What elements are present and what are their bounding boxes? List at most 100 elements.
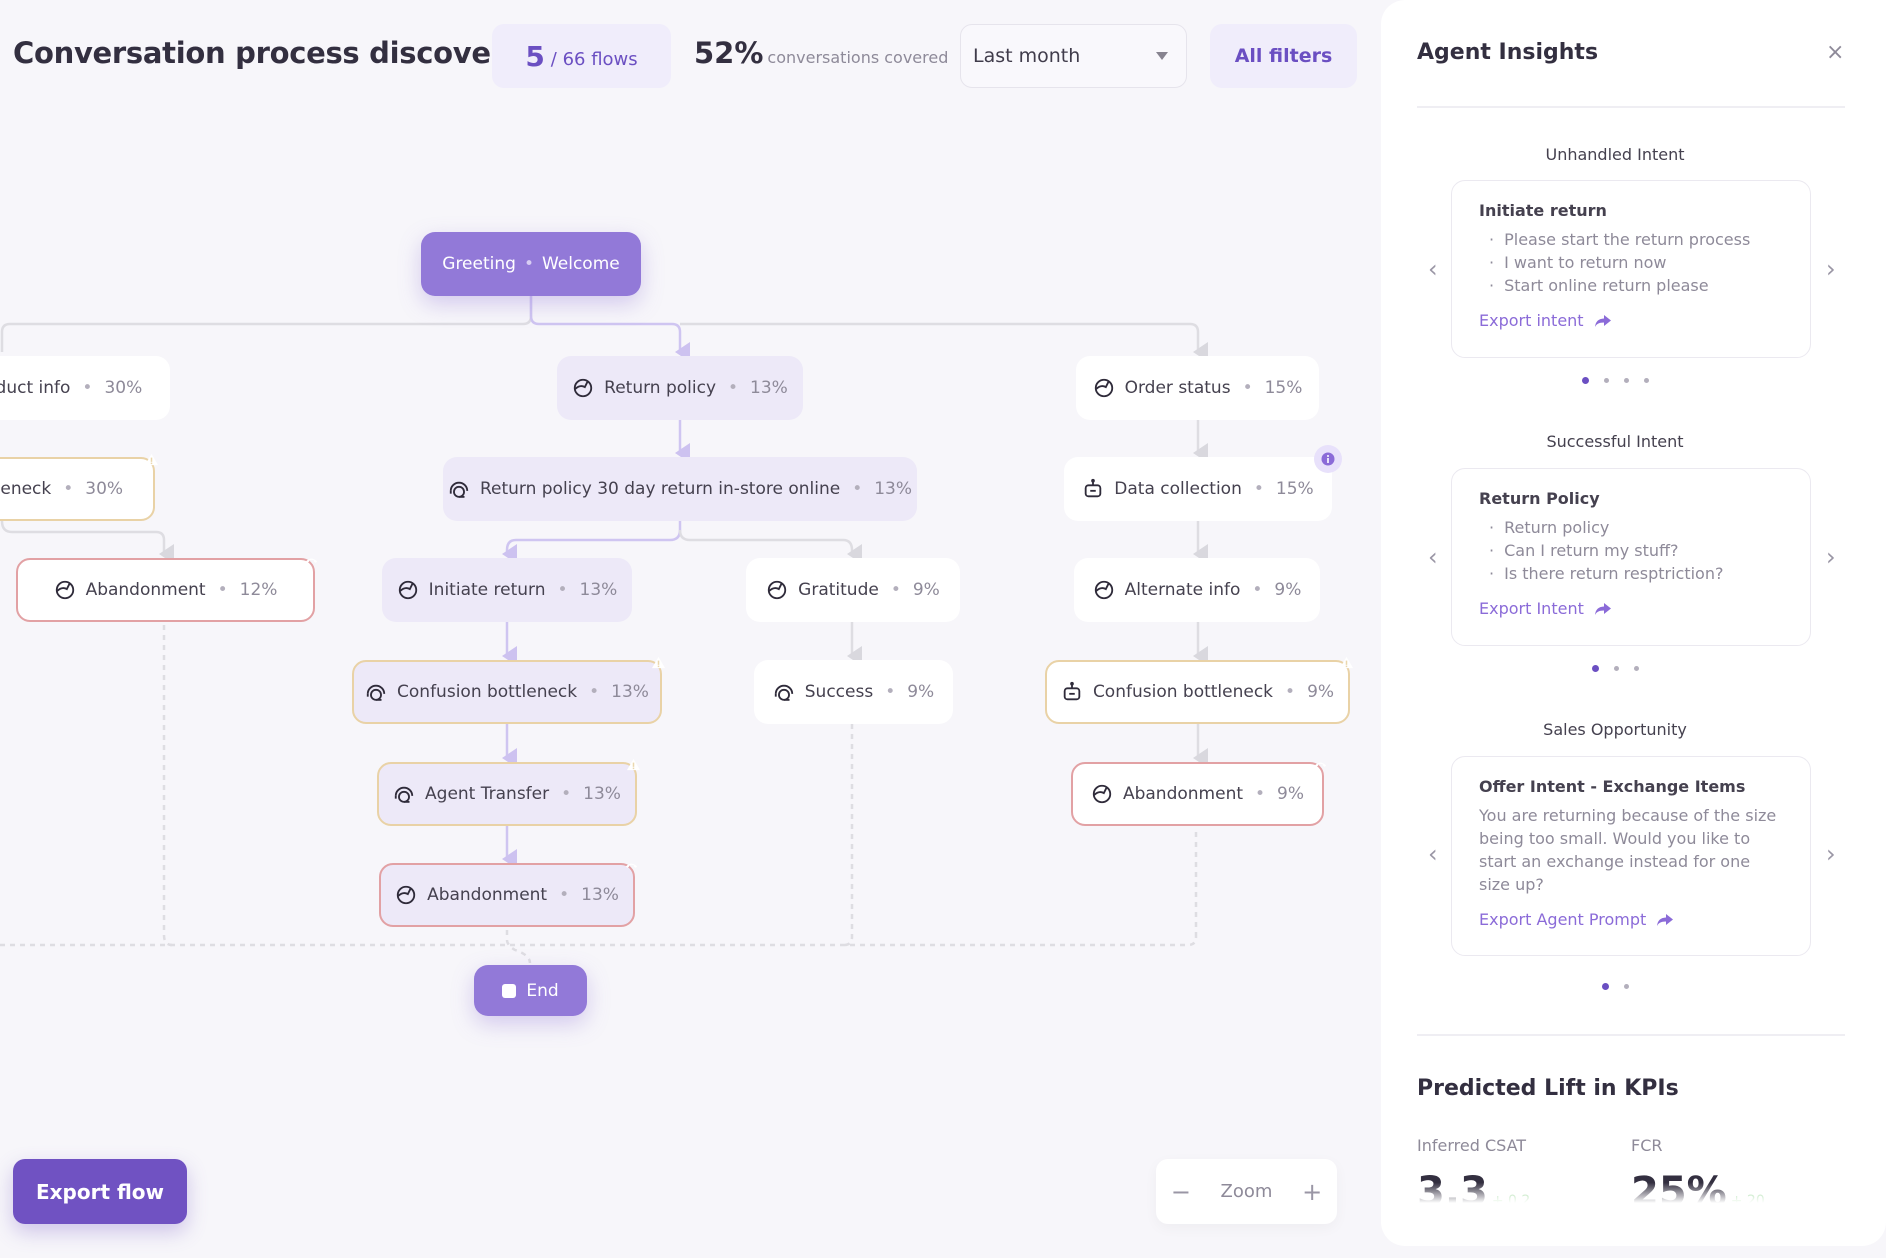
kpi-label: Inferred CSAT (1417, 1136, 1527, 1155)
warning-icon[interactable] (1332, 648, 1360, 676)
flow-node-agent-transfer[interactable]: Agent Transfer • 13% (377, 762, 637, 826)
flow-node-abandonment-right[interactable]: Abandonment • 9% (1071, 762, 1324, 826)
node-percentage: 13% (579, 580, 618, 600)
flow-node-confusion-bottleneck-mid[interactable]: Confusion bottleneck • 13% (352, 660, 662, 724)
flow-node-gratitude[interactable]: Gratitude • 9% (746, 558, 960, 622)
node-percentage: 13% (750, 378, 788, 398)
date-range-select[interactable]: Last month (960, 24, 1187, 88)
chevron-right-icon[interactable]: › (1826, 255, 1836, 283)
stop-icon (502, 983, 517, 998)
flow-node-abandonment-mid[interactable]: Abandonment • 13% (379, 863, 635, 927)
flow-node-alternate-info[interactable]: Alternate info • 9% (1074, 558, 1320, 622)
chevron-right-icon[interactable]: › (1826, 840, 1836, 868)
chevron-right-icon[interactable]: › (1826, 543, 1836, 571)
pagination-dots[interactable] (1381, 665, 1849, 672)
kpi-section-title: Predicted Lift in KPIs (1417, 1076, 1679, 1101)
date-range-value: Last month (973, 45, 1081, 67)
zoom-label: Zoom (1220, 1181, 1273, 1202)
warning-icon[interactable] (137, 445, 165, 473)
flows-total: / 66 flows (550, 48, 638, 70)
node-label: Order status (1124, 378, 1231, 398)
start-node-sublabel: Welcome (541, 254, 620, 274)
chevron-left-icon[interactable]: ‹ (1428, 840, 1438, 868)
flow-node-return-policy[interactable]: Return policy • 13% (557, 356, 803, 420)
chart-icon (54, 579, 76, 601)
hang-up-icon[interactable] (617, 851, 645, 879)
node-label: Abandonment (1122, 784, 1244, 804)
node-label: Gratitude (798, 580, 879, 600)
node-percentage: 13% (583, 784, 621, 804)
flow-node-product-info[interactable]: product info•30% (0, 356, 170, 420)
agent-insights-panel: Agent Insights × Unhandled Intent ‹ Init… (1381, 0, 1886, 1246)
edge-greeting-left (0, 296, 533, 352)
flow-node-order-status[interactable]: Order status • 15% (1076, 356, 1319, 420)
node-label: Confusion bottleneck (1092, 682, 1274, 702)
flows-counter-button[interactable]: 5 / 66 flows (492, 24, 671, 88)
start-node-label: Greeting (442, 254, 516, 274)
hang-up-icon[interactable] (297, 546, 325, 574)
info-icon[interactable] (1314, 445, 1342, 473)
chart-icon (397, 579, 419, 601)
edge-dashed-left-end (162, 625, 173, 947)
share-arrow-icon (1594, 314, 1611, 327)
pagination-dots[interactable] (1381, 983, 1849, 990)
export-agent-prompt-link[interactable]: Export Agent Prompt (1479, 910, 1783, 929)
node-label: Return policy 30 day return in-store onl… (479, 479, 841, 499)
flows-selected-count: 5 (525, 39, 545, 73)
flow-node-success[interactable]: Success • 9% (754, 660, 953, 724)
start-node-greeting[interactable]: Greeting • Welcome (421, 232, 641, 296)
export-flow-button[interactable]: Export flow (13, 1159, 187, 1224)
end-node[interactable]: End (474, 965, 587, 1016)
caret-down-icon (1156, 52, 1168, 60)
all-filters-button[interactable]: All filters (1210, 24, 1357, 88)
edge-greeting-order-status (680, 322, 1208, 362)
headset-icon (365, 681, 387, 703)
chart-icon (1093, 579, 1115, 601)
card-phrases: Please start the return process I want t… (1479, 228, 1783, 297)
kpi-csat: Inferred CSAT 3.3 + 0.2 (1417, 1136, 1530, 1203)
zoom-in-button[interactable]: + (1302, 1178, 1322, 1206)
kpi-value: 3.3 + 0.2 (1417, 1169, 1530, 1203)
kpi-delta: + 0.2 (1491, 1193, 1531, 1203)
node-label: Return policy (604, 378, 717, 398)
node-percentage: 30% (85, 479, 124, 499)
node-percentage: 9% (907, 682, 935, 702)
node-label: Confusion bottleneck (397, 682, 578, 702)
node-label: ottleneck (0, 479, 52, 499)
node-percentage: 13% (611, 682, 649, 702)
card-phrases: Return policy Can I return my stuff? Is … (1479, 516, 1783, 585)
insight-card-sales: Offer Intent - Exchange Items You are re… (1451, 756, 1811, 956)
phrase-item: Please start the return process (1489, 228, 1783, 251)
card-title: Offer Intent - Exchange Items (1479, 777, 1746, 796)
coverage-label: conversations covered (767, 48, 949, 67)
flow-node-bottleneck-left[interactable]: ottleneck•30% (0, 457, 155, 521)
pagination-dots[interactable] (1381, 377, 1849, 384)
end-node-label: End (526, 980, 559, 1001)
chart-icon (1091, 783, 1113, 805)
warning-icon[interactable] (619, 750, 647, 778)
divider (1417, 106, 1845, 108)
chart-icon (766, 579, 788, 601)
chevron-left-icon[interactable]: ‹ (1428, 255, 1438, 283)
flow-node-return-policy-30day[interactable]: Return policy 30 day return in-store onl… (443, 457, 917, 521)
flow-node-data-collection[interactable]: Data collection • 15% (1064, 457, 1332, 521)
warning-icon[interactable] (644, 648, 672, 676)
card-body: You are returning because of the size be… (1479, 806, 1777, 894)
zoom-out-button[interactable]: − (1171, 1178, 1191, 1206)
node-label: product info (0, 378, 71, 398)
node-percentage: 12% (239, 580, 278, 600)
hang-up-icon[interactable] (1306, 750, 1334, 778)
export-intent-link[interactable]: Export Intent (1479, 599, 1783, 618)
edge-dashed-mid-end (505, 930, 532, 964)
node-label: Success (804, 682, 874, 702)
coverage-value: 52% (694, 36, 764, 70)
export-intent-link[interactable]: Export intent (1479, 311, 1783, 330)
phrase-item: Is there return resptriction? (1489, 562, 1783, 585)
node-percentage: 9% (1277, 784, 1305, 804)
flow-node-confusion-bottleneck-right[interactable]: Confusion bottleneck • 9% (1045, 660, 1350, 724)
close-icon[interactable]: × (1826, 40, 1844, 65)
flow-node-abandonment-left[interactable]: Abandonment • 12% (16, 558, 315, 622)
card-title: Return Policy (1479, 489, 1600, 508)
flow-node-initiate-return[interactable]: Initiate return • 13% (382, 558, 632, 622)
chevron-left-icon[interactable]: ‹ (1428, 543, 1438, 571)
